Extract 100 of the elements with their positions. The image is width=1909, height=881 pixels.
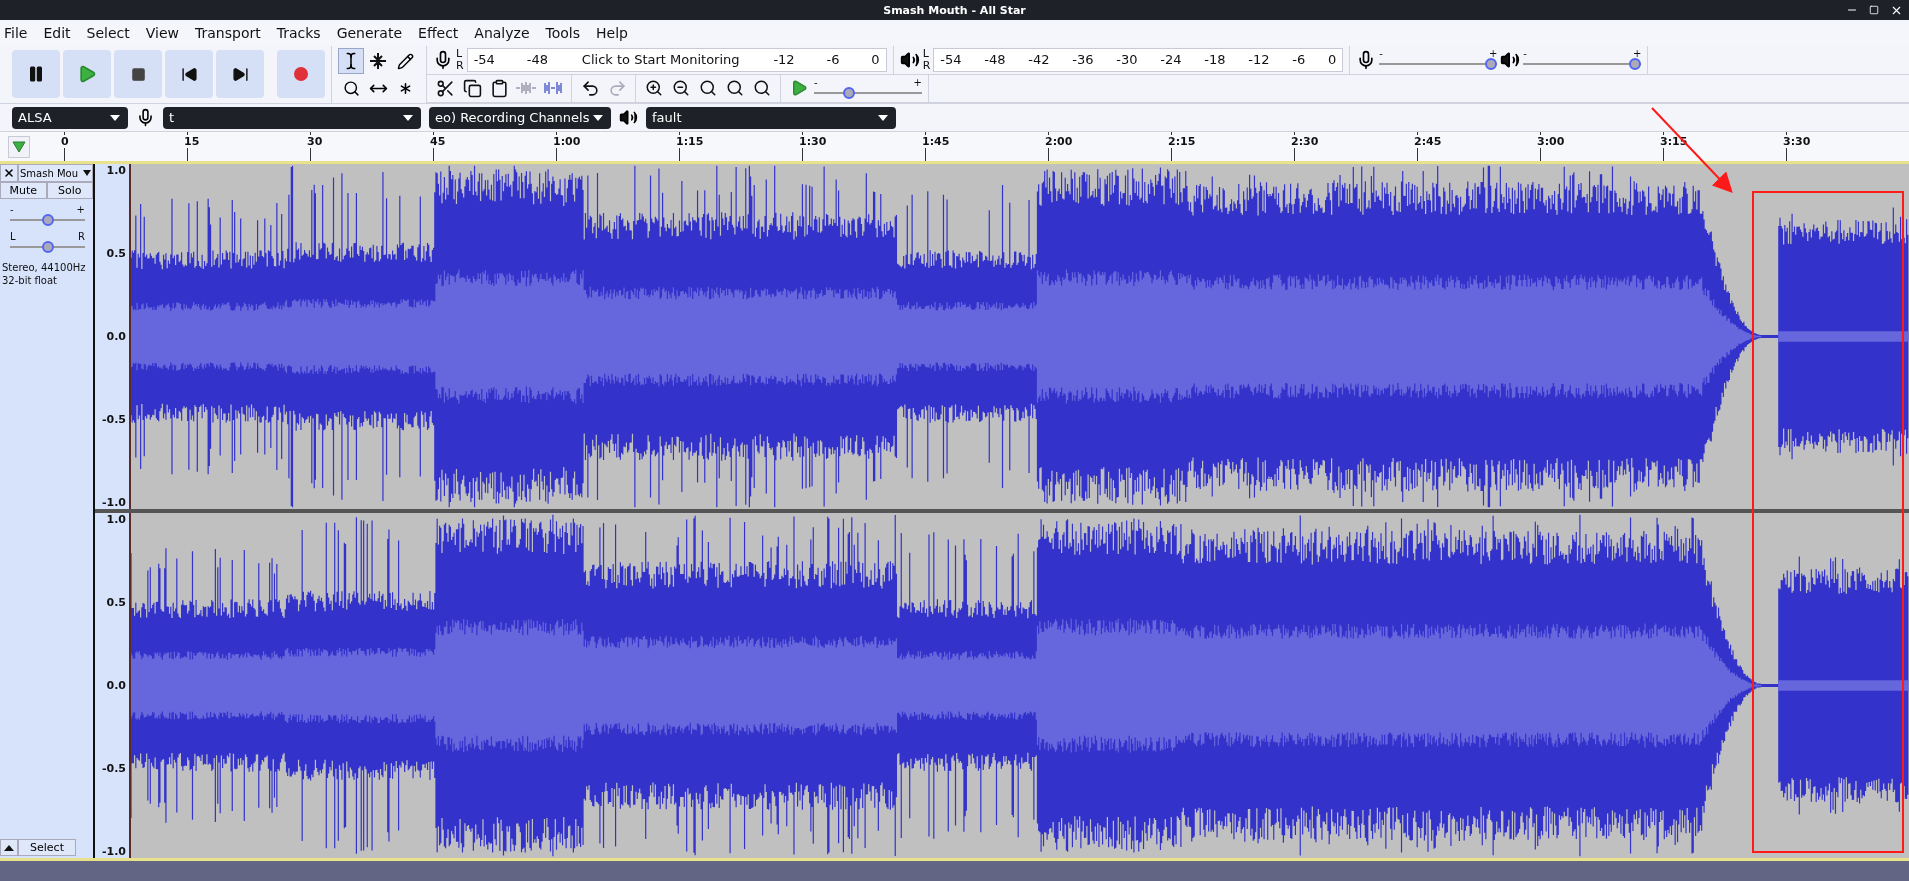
meter-tick: -12 [773,52,795,68]
menu-item[interactable]: File [4,25,37,41]
meter-tick: -54 [473,52,495,68]
meter-tick: 0 [871,52,880,68]
timeline-label: 1:15 [676,135,704,148]
meter-tick: -12 [1248,52,1270,68]
menu-item[interactable]: Effect [418,25,468,41]
select-button[interactable]: Select [18,839,76,856]
meter-tick: -48 [526,52,548,68]
timeline-label: 3:30 [1783,135,1811,148]
timeline-label: 2:00 [1045,135,1073,148]
slider-max-label: + [1488,49,1498,60]
menu-item[interactable]: Tracks [276,25,330,41]
menu-item[interactable]: Help [596,25,637,41]
meter-tick: -54 [940,52,962,68]
ruler-label: 0.5 [106,596,126,609]
meter-tick: -42 [1028,52,1050,68]
slider-min-label: - [1523,49,1527,60]
track-name-menu[interactable]: Smash Mou [18,164,93,182]
collapse-button[interactable] [0,839,18,856]
slider-max-label: + [1632,49,1642,60]
timeline-label: 1:30 [799,135,827,148]
menu-item[interactable]: Edit [43,25,80,41]
redo-icon [607,78,627,98]
maximize-button[interactable] [1867,3,1881,17]
host-dropdown[interactable]: ALSA [12,106,128,129]
slider-min-label: L [10,232,16,242]
ruler-label: 1.0 [106,164,126,177]
ruler-label: -1.0 [101,845,126,858]
slider-min-label: - [10,205,14,215]
waveform-icon [515,80,537,97]
skip-end-icon [231,65,249,83]
slider-thumb[interactable] [41,241,54,253]
channel-label: L [456,47,464,60]
monitoring-hint[interactable]: Click to Start Monitoring [579,52,742,68]
stop-icon [130,66,146,82]
solo-button[interactable]: Solo [46,182,93,199]
pause-icon [27,65,45,83]
slider-max-label: R [78,232,85,242]
menu-item[interactable]: Select [86,25,139,41]
slider-min-label: - [814,77,818,88]
close-icon [3,167,15,179]
channel-label: R [922,59,931,72]
ruler-label: 0.0 [106,679,126,692]
timeline-label: 0 [61,135,69,148]
menu-item[interactable]: View [145,25,188,41]
playback-meter[interactable]: -54 -48 -42 -36 -30 -24 -18 -12 -6 0 [933,47,1344,72]
window-title: Smash Mouth - All Star [883,3,1026,17]
record-icon [294,67,308,81]
menu-item[interactable]: Tools [545,25,589,41]
slider-max-label: + [76,205,85,215]
timeline-label: 1:00 [553,135,581,148]
envelope-icon [368,52,388,70]
meter-tick: -24 [1160,52,1182,68]
stop-button[interactable] [114,50,162,98]
slider-thumb[interactable] [1629,58,1642,71]
ruler-label: 1.0 [106,513,126,526]
scissors-icon [435,78,455,98]
meter-tick: -30 [1116,52,1138,68]
menu-item[interactable]: Generate [336,25,412,41]
speaker-icon [619,108,638,127]
pencil-icon [396,52,414,70]
menu-item[interactable]: Transport [195,25,270,41]
timeline-label: 2:30 [1291,135,1319,148]
zoom-out-icon [672,79,690,98]
waveform-icon [542,80,564,97]
timeline-label: 15 [184,135,200,148]
timeline-label: 30 [307,135,323,148]
slider-min-label: - [1379,49,1383,60]
playback-device-dropdown[interactable]: fault [646,106,896,129]
ruler-label: 0.5 [106,247,126,260]
tool-button[interactable] [338,48,364,74]
slider-max-label: + [913,77,922,88]
skip-start-button[interactable] [165,50,213,98]
magnifier-icon [699,79,717,98]
copy-icon [462,78,482,98]
pause-button[interactable] [12,50,60,98]
skip-end-button[interactable] [216,50,264,98]
mute-button[interactable]: Mute [0,182,47,199]
slider-thumb[interactable] [41,214,54,226]
track-info: Stereo, 44100Hz 32-bit float [1,261,87,287]
skip-start-icon [180,65,198,83]
undo-icon [580,78,600,98]
timeline-label: 45 [430,135,446,148]
ruler-label: -0.5 [101,762,126,775]
recording-device-dropdown[interactable]: t [163,106,421,129]
recording-meter[interactable]: -54 -48 Click to Start Monitoring -12 -6 0 [466,47,887,72]
channels-dropdown[interactable]: eo) Recording Channels [429,106,611,129]
slider-thumb[interactable] [842,86,855,99]
magnifier-icon [342,79,360,97]
record-button[interactable] [277,50,325,98]
zoom-in-icon [645,79,663,98]
speaker-icon [1500,49,1521,70]
slider-thumb[interactable] [1485,58,1498,71]
play-head-button[interactable] [8,135,30,158]
ruler-label: -1.0 [101,496,126,509]
timeline-label: 2:45 [1414,135,1442,148]
channel-label: L [922,47,930,60]
menu-item[interactable]: Analyze [474,25,539,41]
clipboard-icon [489,78,509,98]
